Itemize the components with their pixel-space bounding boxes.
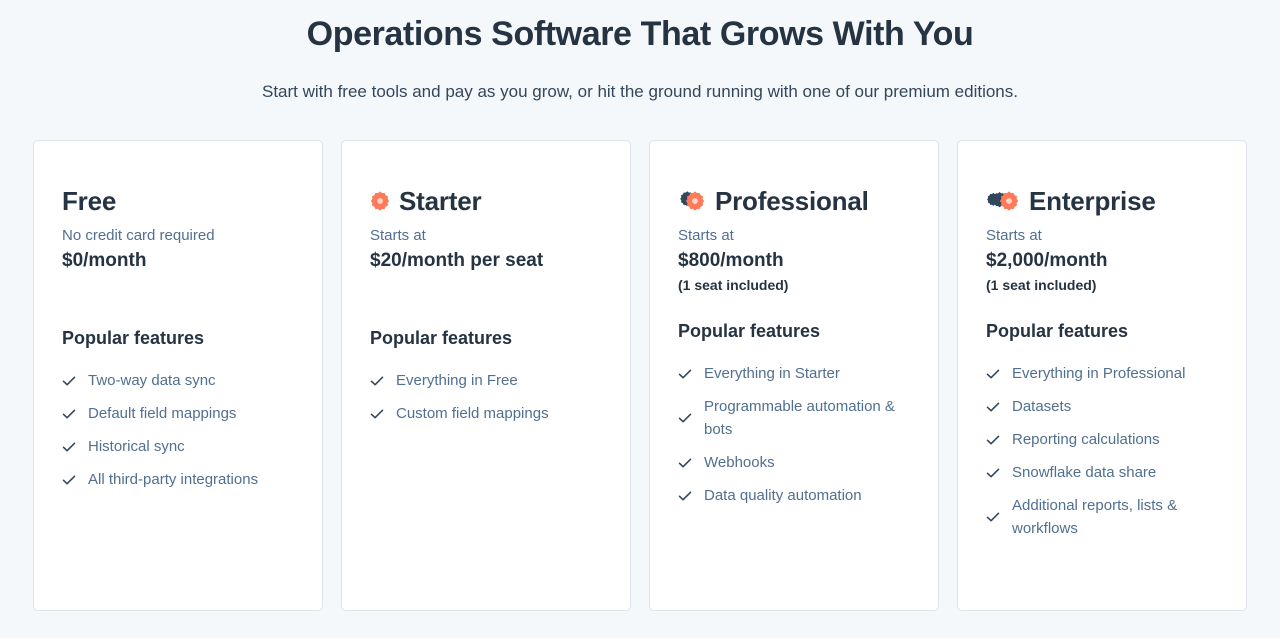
check-icon [62,409,76,418]
feature-label: Default field mappings [88,405,237,422]
plan-seat-note-enterprise: (1 seat included) [986,277,1097,293]
features-title-starter: Popular features [370,328,513,348]
feature-label: Snowflake data share [1012,464,1157,481]
plan-seat-note-professional: (1 seat included) [678,277,789,293]
plan-header-free: Free [62,185,296,217]
features-title-professional: Popular features [678,321,821,341]
check-icon [678,369,692,378]
list-item: Snowflake data share [986,456,1220,489]
plan-header-starter: Starter [370,185,604,217]
check-icon [678,413,692,423]
plan-tagline-starter: Starts at [370,227,426,244]
list-item: Default field mappings [62,397,296,430]
feature-label: Additional reports, lists & workflows [1012,497,1178,537]
feature-label: Everything in Professional [1012,365,1186,382]
sprocket-single-icon [370,190,390,212]
feature-label: Historical sync [88,438,185,455]
feature-label: Two-way data sync [88,372,216,389]
feature-label: Everything in Starter [704,365,840,382]
plan-tagline-enterprise: Starts at [986,227,1042,244]
check-icon [986,369,1000,378]
check-icon [370,376,384,385]
feature-label: Programmable automation & bots [704,398,895,438]
plan-tagline-professional: Starts at [678,227,734,244]
feature-label: Data quality automation [704,487,862,504]
plan-price-starter: $20/month per seat [370,250,544,271]
plan-name-free: Free [62,186,117,216]
sprocket-double-icon [678,190,706,212]
check-icon [986,402,1000,411]
check-icon [62,475,76,484]
features-list-enterprise: Everything in Professional Datasets Repo… [986,357,1220,586]
list-item: Everything in Professional [986,357,1220,390]
features-list-starter: Everything in Free Custom field mappings [370,364,604,586]
check-icon [62,442,76,451]
list-item: All third-party integrations [62,463,296,496]
pricing-card-enterprise[interactable]: Enterprise Starts at $2,000/month (1 sea… [957,140,1247,611]
list-item: Programmable automation & bots [678,390,912,446]
pricing-page: Operations Software That Grows With You … [0,0,1280,638]
feature-label: Webhooks [704,454,775,471]
features-list-professional: Everything in Starter Programmable autom… [678,357,912,586]
pricing-card-professional[interactable]: Professional Starts at $800/month (1 sea… [649,140,939,611]
feature-label: Datasets [1012,398,1072,415]
list-item: Data quality automation [678,479,912,512]
feature-label: All third-party integrations [88,471,259,488]
check-icon [62,376,76,385]
list-item: Custom field mappings [370,397,604,430]
page-header: Operations Software That Grows With You … [0,0,1280,104]
pricing-card-starter[interactable]: Starter Starts at $20/month per seat Pop… [341,140,631,611]
feature-label: Reporting calculations [1012,431,1160,448]
features-title-enterprise: Popular features [986,321,1129,341]
plan-price-professional: $800/month [678,250,784,271]
plan-price-enterprise: $2,000/month [986,250,1108,271]
pricing-card-grid: Free No credit card required $0/month Po… [33,140,1247,611]
list-item: Everything in Starter [678,357,912,390]
check-icon [986,512,1000,522]
check-icon [370,409,384,418]
check-icon [678,491,692,500]
feature-label: Custom field mappings [396,405,549,422]
features-title-free: Popular features [62,328,205,348]
check-icon [986,435,1000,444]
list-item: Webhooks [678,446,912,479]
plan-header-enterprise: Enterprise [986,185,1220,217]
check-icon [678,458,692,467]
features-list-free: Two-way data sync Default field mappings… [62,364,296,586]
list-item: Two-way data sync [62,364,296,397]
list-item: Reporting calculations [986,423,1220,456]
list-item: Datasets [986,390,1220,423]
plan-name-starter: Starter [399,186,482,216]
check-icon [986,468,1000,477]
plan-header-professional: Professional [678,185,912,217]
list-item: Historical sync [62,430,296,463]
sprocket-triple-icon [986,190,1020,212]
list-item: Additional reports, lists & workflows [986,489,1220,545]
plan-price-free: $0/month [62,250,147,271]
plan-name-enterprise: Enterprise [1029,186,1156,216]
page-title: Operations Software That Grows With You [306,15,974,53]
feature-label: Everything in Free [396,372,518,389]
page-subtitle: Start with free tools and pay as you gro… [262,82,1018,101]
plan-tagline-free: No credit card required [62,227,215,244]
list-item: Everything in Free [370,364,604,397]
pricing-card-free[interactable]: Free No credit card required $0/month Po… [33,140,323,611]
plan-name-professional: Professional [715,186,869,216]
